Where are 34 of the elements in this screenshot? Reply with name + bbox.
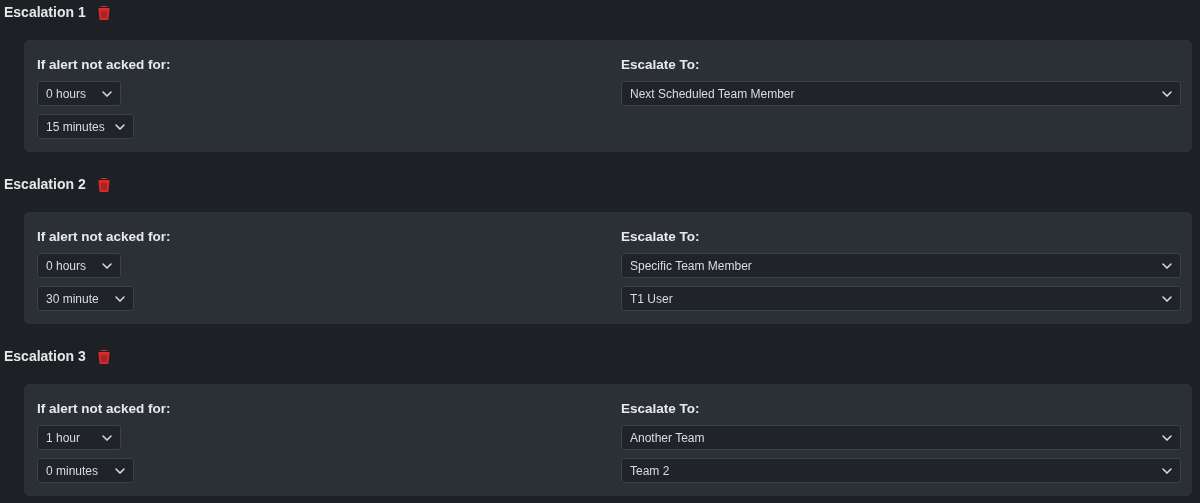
chevron-down-icon: [1162, 90, 1172, 97]
dropdown-select[interactable]: Specific Team Member: [621, 253, 1181, 278]
dropdown-select[interactable]: 0 hours: [37, 253, 121, 278]
trash-icon[interactable]: [97, 349, 110, 365]
dropdown-select[interactable]: Another Team: [621, 425, 1181, 450]
escalate-to-label: Escalate To:: [621, 229, 701, 245]
chevron-down-icon: [1162, 467, 1172, 474]
escalate-to-label: Escalate To:: [621, 57, 701, 73]
trash-icon[interactable]: [97, 5, 110, 21]
wait-label: If alert not acked for:: [37, 57, 172, 73]
escalation-title: Escalation 3: [4, 347, 86, 365]
chevron-down-icon: [102, 434, 112, 441]
escalation-title: Escalation 2: [4, 175, 86, 193]
dropdown-select[interactable]: Team 2: [621, 458, 1181, 483]
chevron-down-icon: [1162, 295, 1172, 302]
wait-label: If alert not acked for:: [37, 229, 172, 245]
wait-label: If alert not acked for:: [37, 401, 172, 417]
chevron-down-icon: [1162, 262, 1172, 269]
dropdown-select[interactable]: Next Scheduled Team Member: [621, 81, 1181, 106]
chevron-down-icon: [115, 295, 125, 302]
chevron-down-icon: [102, 90, 112, 97]
trash-icon[interactable]: [97, 177, 110, 193]
dropdown-select[interactable]: T1 User: [621, 286, 1181, 311]
chevron-down-icon: [115, 467, 125, 474]
chevron-down-icon: [102, 262, 112, 269]
chevron-down-icon: [115, 123, 125, 130]
dropdown-select[interactable]: 0 minutes: [37, 458, 134, 483]
dropdown-select[interactable]: 1 hour: [37, 425, 121, 450]
dropdown-select[interactable]: 30 minute: [37, 286, 134, 311]
escalation-title: Escalation 1: [4, 3, 86, 21]
dropdown-select[interactable]: 15 minutes: [37, 114, 134, 139]
escalate-to-label: Escalate To:: [621, 401, 701, 417]
chevron-down-icon: [1162, 434, 1172, 441]
dropdown-select[interactable]: 0 hours: [37, 81, 121, 106]
